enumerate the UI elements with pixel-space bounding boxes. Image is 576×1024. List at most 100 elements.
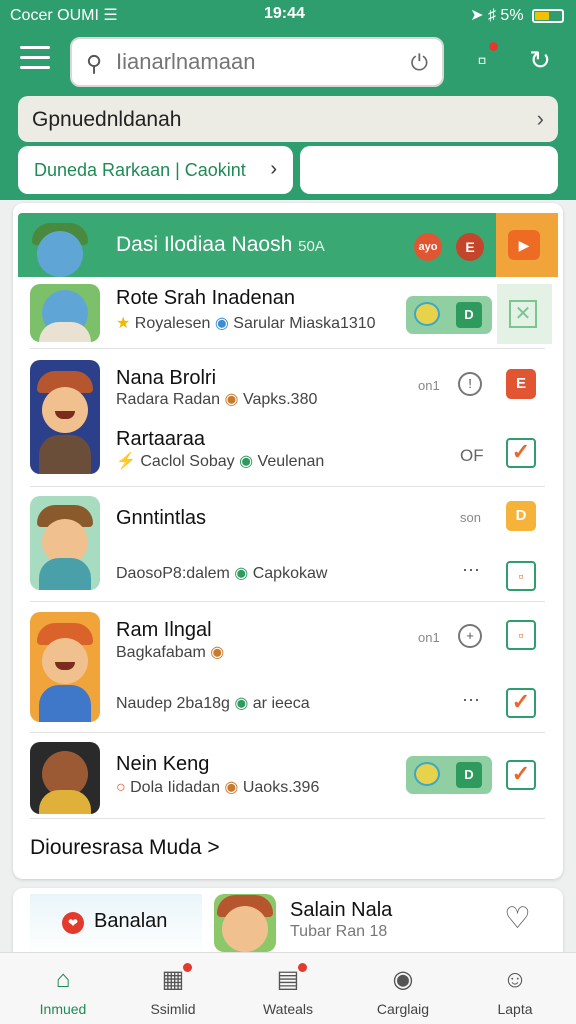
row-option-5[interactable]: ▫	[506, 620, 536, 650]
more-icon[interactable]: ⋯	[462, 560, 481, 581]
row-pill-6[interactable]: D	[406, 756, 492, 794]
notifications-button[interactable]: ▫	[464, 42, 500, 78]
row-avatar-6	[30, 742, 100, 814]
refresh-icon: ↻	[529, 45, 551, 75]
wifi-icon: ☰	[103, 7, 118, 24]
row-meta-4: son	[460, 510, 481, 525]
checkbox-checked[interactable]: ✓	[506, 438, 536, 468]
globe-icon: ◉	[392, 966, 414, 993]
play-icon: ▶	[518, 237, 530, 253]
play-panel: ▶	[496, 213, 558, 277]
play-button[interactable]: ▶	[508, 230, 540, 260]
row-title-4[interactable]: Gnntintlas	[116, 507, 206, 530]
battery-icon	[532, 8, 564, 23]
featured-title: Dasi Ilodiaa Naosh 50A	[116, 233, 325, 256]
chevron-right-icon: ›	[270, 158, 277, 180]
ribbon-icon: ⚡	[116, 453, 136, 470]
row-meta-2: on1	[418, 378, 440, 393]
nav-home[interactable]: ⌂ Inmued	[8, 953, 118, 1024]
badge-icon: ◉	[234, 695, 249, 712]
row-avatar-1	[30, 284, 100, 342]
refresh-button[interactable]: ↻	[522, 42, 558, 78]
row-close-panel: ✕	[497, 284, 552, 344]
clock: 19:44	[264, 5, 305, 22]
bluetooth-icon: ♯	[487, 7, 496, 24]
menu-button[interactable]	[20, 46, 50, 72]
row-title-6[interactable]: Nein Keng	[116, 753, 209, 776]
info-icon[interactable]: !	[458, 372, 482, 396]
row-avatar-5	[30, 612, 100, 722]
featured-header[interactable]: Dasi Ilodiaa Naosh 50A ayo E ▶	[18, 213, 558, 277]
row-subtitle-2: Radara Radan ◉ Vapks.380	[116, 391, 318, 408]
promo-title[interactable]: Salain Nala	[290, 899, 392, 922]
nav-grid[interactable]: ▦ Ssimlid	[118, 953, 228, 1024]
nav-profile[interactable]: ☺ Lapta	[460, 953, 570, 1024]
row-avatar-4	[30, 496, 100, 590]
promo-avatar	[214, 894, 276, 952]
promo-subtitle: Tubar Ran 18	[290, 923, 388, 940]
close-icon[interactable]: ✕	[509, 300, 537, 328]
row-title-3[interactable]: Rartaaraa	[116, 428, 205, 451]
star-icon: ★	[116, 315, 131, 332]
row-pill-1[interactable]: D	[406, 296, 492, 334]
promo-label: Banalan	[94, 910, 168, 932]
search-input[interactable]	[116, 47, 396, 77]
featured-avatar	[30, 217, 90, 277]
status-right: ➤ ♯ 5%	[470, 5, 564, 25]
more-icon[interactable]: ⋯	[462, 690, 481, 711]
menu-icon	[20, 46, 50, 49]
row-meta-3: OF	[460, 446, 484, 465]
list-icon: ▤	[273, 963, 307, 995]
row-subtitle-1: ★ Royalesen ◉ Sarular Miaska1310	[116, 315, 376, 332]
shield-icon: ◉	[224, 779, 239, 796]
notification-dot	[489, 42, 498, 51]
filter-chip-secondary[interactable]	[300, 146, 558, 194]
row-action-4[interactable]: D	[506, 501, 536, 531]
shield-icon: ◉	[224, 391, 239, 408]
location-label: Gpnuednldanah	[32, 108, 182, 131]
power-icon[interactable]: ⏻	[411, 50, 428, 76]
row-option-4[interactable]: ▫	[506, 561, 536, 591]
bottom-nav: ⌂ Inmued ▦ Ssimlid ▤ Wateals ◉ Carglaig …	[0, 952, 576, 1024]
badge-icon: ◉	[234, 565, 249, 582]
pin-icon: ❤	[62, 912, 84, 934]
battery-percent: 5%	[500, 7, 524, 24]
clipboard-icon: ▫	[477, 45, 487, 75]
row-subtitle-3: ⚡ Caclol Sobay ◉ Veulenan	[116, 453, 325, 470]
person-icon: ☺	[502, 966, 528, 993]
row-title-2[interactable]: Nana Brolri	[116, 367, 216, 390]
location-selector[interactable]: Gpnuednldanah ›	[18, 96, 558, 142]
featured-badge-b: E	[456, 233, 484, 261]
row-subtitle-4: DaosoP8:dalem ◉ Capkokaw	[116, 565, 328, 582]
promo-banner[interactable]: ❤ Banalan	[30, 894, 202, 956]
checkbox-checked[interactable]: ✓	[506, 688, 536, 718]
grid-icon: ▦	[158, 963, 192, 995]
featured-badge-a: ayo	[414, 233, 442, 261]
search-bar[interactable]: ⚲ ⏻	[70, 37, 444, 87]
nav-list[interactable]: ▤ Wateals	[233, 953, 343, 1024]
row-meta-5: on1	[418, 630, 440, 645]
status-bar: Cocer OUMI ☰ 19:44 ➤ ♯ 5%	[0, 0, 576, 28]
chip-label: Duneda Rarkaan | Caokint	[34, 160, 246, 180]
see-more-link[interactable]: Diouresrasa Muda >	[30, 836, 220, 860]
carrier-label: Cocer OUMI ☰	[10, 7, 118, 24]
row-action-2[interactable]: E	[506, 369, 536, 399]
ring-icon: ○	[116, 779, 126, 796]
coin-icon	[414, 762, 440, 786]
nav-globe[interactable]: ◉ Carglaig	[348, 953, 458, 1024]
add-icon[interactable]: +	[458, 624, 482, 648]
d-badge-icon: D	[456, 302, 482, 328]
row-subtitle-5b: Naudep 2ba18g ◉ ar ieeca	[116, 695, 310, 712]
coin-icon	[414, 302, 440, 326]
checkbox-checked[interactable]: ✓	[506, 760, 536, 790]
filter-chip-primary[interactable]: Duneda Rarkaan | Caokint ›	[18, 146, 293, 194]
row-title-5[interactable]: Ram Ilngal	[116, 619, 212, 642]
row-title-1[interactable]: Rote Srah Inadenan	[116, 287, 295, 310]
heart-icon[interactable]: ♡	[504, 901, 531, 936]
home-icon: ⌂	[55, 966, 71, 993]
row-subtitle-5: Bagkafabam ◉	[116, 644, 225, 661]
badge-icon: ◉	[239, 453, 254, 470]
search-icon: ⚲	[86, 51, 103, 76]
chevron-right-icon: ›	[536, 106, 544, 131]
location-arrow-icon: ➤	[470, 7, 484, 24]
